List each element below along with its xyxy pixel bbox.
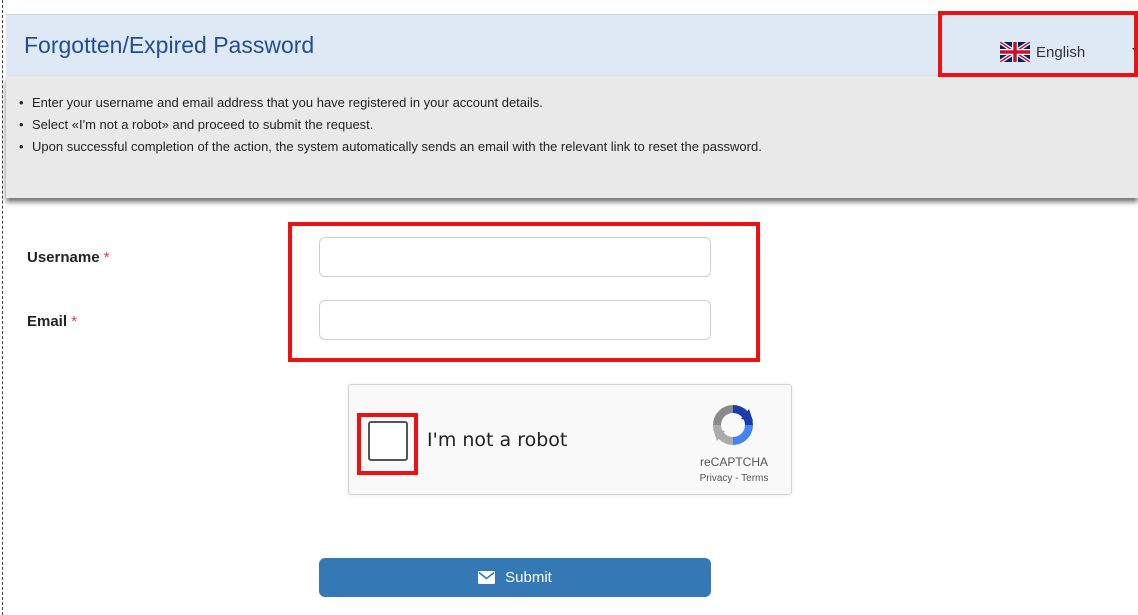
page-title: Forgotten/Expired Password	[24, 32, 315, 58]
instructions-panel: • Enter your username and email address t…	[6, 76, 1138, 198]
list-item: • Enter your username and email address t…	[19, 95, 543, 110]
recaptcha-links: Privacy - Terms	[699, 473, 769, 484]
required-mark: *	[71, 313, 78, 330]
page-header: Forgotten/Expired Password English	[6, 14, 1138, 77]
submit-label: Submit	[505, 569, 552, 586]
list-item: • Select «I'm not a robot» and proceed to…	[19, 117, 374, 132]
recaptcha-label: I'm not a robot	[427, 429, 568, 451]
page-border	[2, 0, 3, 615]
submit-button[interactable]: Submit	[319, 558, 711, 597]
instructions-list: • Enter your username and email address t…	[19, 92, 762, 158]
username-input[interactable]	[319, 237, 711, 277]
chevron-down-icon[interactable]	[1132, 48, 1138, 54]
required-mark: *	[103, 249, 110, 266]
terms-link[interactable]: Terms	[741, 473, 768, 484]
language-label: English	[1036, 43, 1086, 61]
username-label: Username *	[27, 249, 110, 266]
recaptcha-logo-icon	[713, 405, 753, 445]
envelope-icon	[478, 571, 496, 584]
recaptcha-brand: reCAPTCHA	[699, 455, 768, 469]
email-input[interactable]	[319, 300, 711, 340]
recaptcha-checkbox[interactable]	[368, 421, 408, 461]
language-selector[interactable]: English	[1000, 41, 1085, 63]
privacy-link[interactable]: Privacy	[700, 473, 733, 484]
uk-flag-icon	[1000, 42, 1030, 62]
email-label: Email *	[27, 313, 78, 330]
recaptcha-widget: I'm not a robot reCAPTCHA Privacy - Term…	[348, 384, 792, 495]
list-item: • Upon successful completion of the actio…	[19, 139, 762, 154]
